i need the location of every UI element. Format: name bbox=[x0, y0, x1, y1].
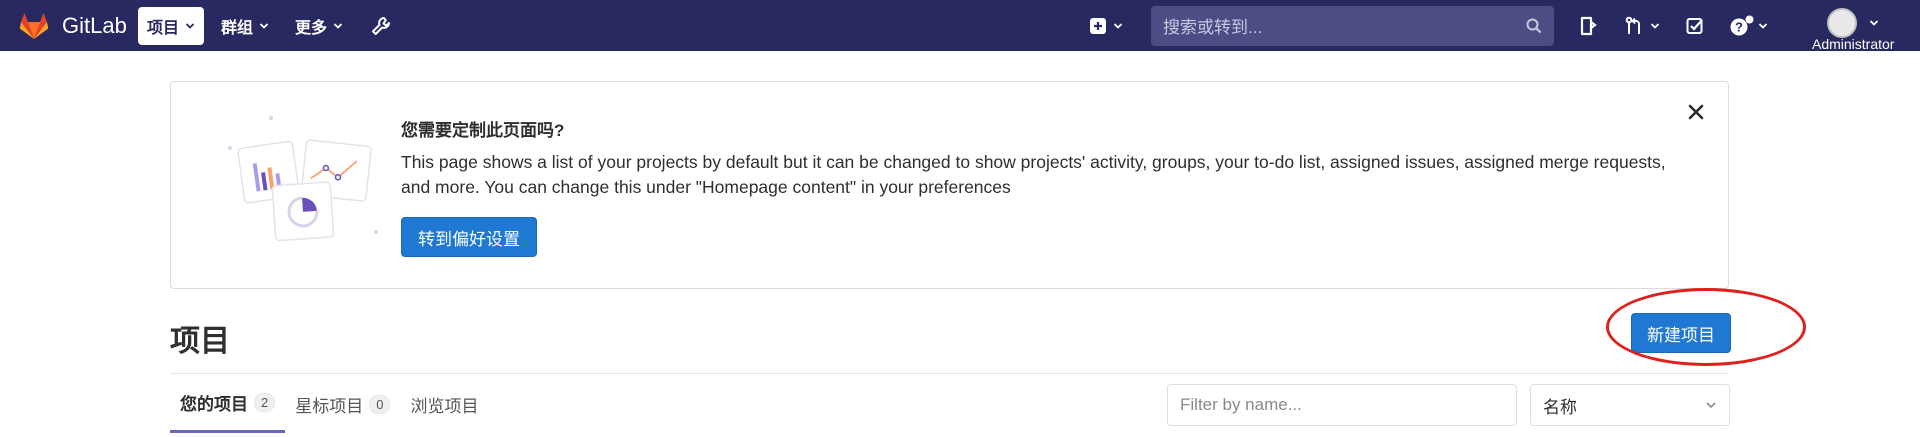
customize-homepage-callout: 您需要定制此页面吗? This page shows a list of you… bbox=[170, 81, 1729, 289]
count-badge: 0 bbox=[369, 394, 391, 414]
issues-icon bbox=[1580, 16, 1597, 35]
top-navbar: GitLab 项目 群组 更多 搜索或转到... ? Administrator bbox=[0, 0, 1920, 52]
merge-requests-button[interactable] bbox=[1624, 7, 1660, 45]
chevron-down-icon bbox=[1870, 20, 1879, 26]
search-icon bbox=[1526, 18, 1542, 33]
chevron-down-icon bbox=[1706, 402, 1716, 409]
project-tabs: 您的项目 2 星标项目 0 浏览项目 bbox=[170, 374, 488, 437]
filter-by-name-input[interactable] bbox=[1167, 384, 1517, 426]
gitlab-logo-icon bbox=[19, 12, 49, 39]
page-title: 项目 bbox=[170, 325, 230, 358]
chevron-down-icon bbox=[1113, 22, 1123, 29]
navbar-right: 搜索或转到... ? bbox=[1082, 0, 1768, 51]
plus-square-icon bbox=[1090, 17, 1106, 34]
brand[interactable]: GitLab bbox=[0, 0, 138, 51]
dashboard-illustration-icon bbox=[228, 116, 378, 242]
nav-groups-label: 群组 bbox=[221, 19, 254, 37]
chevron-down-icon bbox=[1650, 22, 1660, 29]
issues-button[interactable] bbox=[1578, 7, 1598, 45]
sort-value: 名称 bbox=[1543, 397, 1577, 417]
user-name: Administrator bbox=[1812, 36, 1895, 52]
tab-your-projects[interactable]: 您的项目 2 bbox=[170, 374, 286, 433]
user-menu[interactable]: Administrator bbox=[1812, 8, 1894, 52]
nav-projects-label: 项目 bbox=[147, 19, 180, 37]
tab-starred-projects[interactable]: 星标项目 0 bbox=[285, 374, 400, 434]
count-badge: 2 bbox=[254, 392, 276, 412]
svg-text:?: ? bbox=[1735, 19, 1743, 34]
avatar bbox=[1827, 8, 1858, 38]
todo-icon bbox=[1686, 17, 1703, 34]
sort-dropdown[interactable]: 名称 bbox=[1530, 384, 1730, 426]
help-button[interactable]: ? bbox=[1730, 7, 1768, 45]
chevron-down-icon bbox=[185, 22, 195, 29]
wrench-icon bbox=[372, 16, 391, 35]
callout-body: This page shows a list of your projects … bbox=[401, 152, 1666, 197]
close-icon[interactable] bbox=[1686, 102, 1706, 122]
help-icon: ? bbox=[1730, 15, 1754, 35]
nav-groups[interactable]: 群组 bbox=[212, 7, 278, 45]
tab-label: 您的项目 bbox=[180, 394, 248, 414]
search-placeholder: 搜索或转到... bbox=[1163, 18, 1263, 37]
admin-area-button[interactable] bbox=[360, 7, 402, 45]
tab-explore-projects[interactable]: 浏览项目 bbox=[400, 374, 488, 434]
brand-name: GitLab bbox=[62, 12, 127, 38]
tab-label: 浏览项目 bbox=[410, 396, 479, 416]
tab-label: 星标项目 bbox=[295, 396, 364, 416]
nav-more-label: 更多 bbox=[295, 19, 328, 37]
chevron-down-icon bbox=[333, 22, 343, 29]
highlight-annotation bbox=[1606, 288, 1806, 366]
go-to-preferences-button[interactable]: 转到偏好设置 bbox=[401, 217, 537, 257]
callout-title: 您需要定制此页面吗? bbox=[401, 121, 565, 140]
nav-projects[interactable]: 项目 bbox=[138, 6, 205, 45]
chevron-down-icon bbox=[259, 22, 269, 29]
new-dropdown-button[interactable] bbox=[1082, 7, 1131, 45]
search-input[interactable]: 搜索或转到... bbox=[1151, 5, 1554, 46]
merge-request-icon bbox=[1625, 16, 1640, 34]
todos-button[interactable] bbox=[1686, 7, 1704, 45]
chevron-down-icon bbox=[1758, 22, 1768, 29]
nav-more[interactable]: 更多 bbox=[286, 7, 352, 45]
